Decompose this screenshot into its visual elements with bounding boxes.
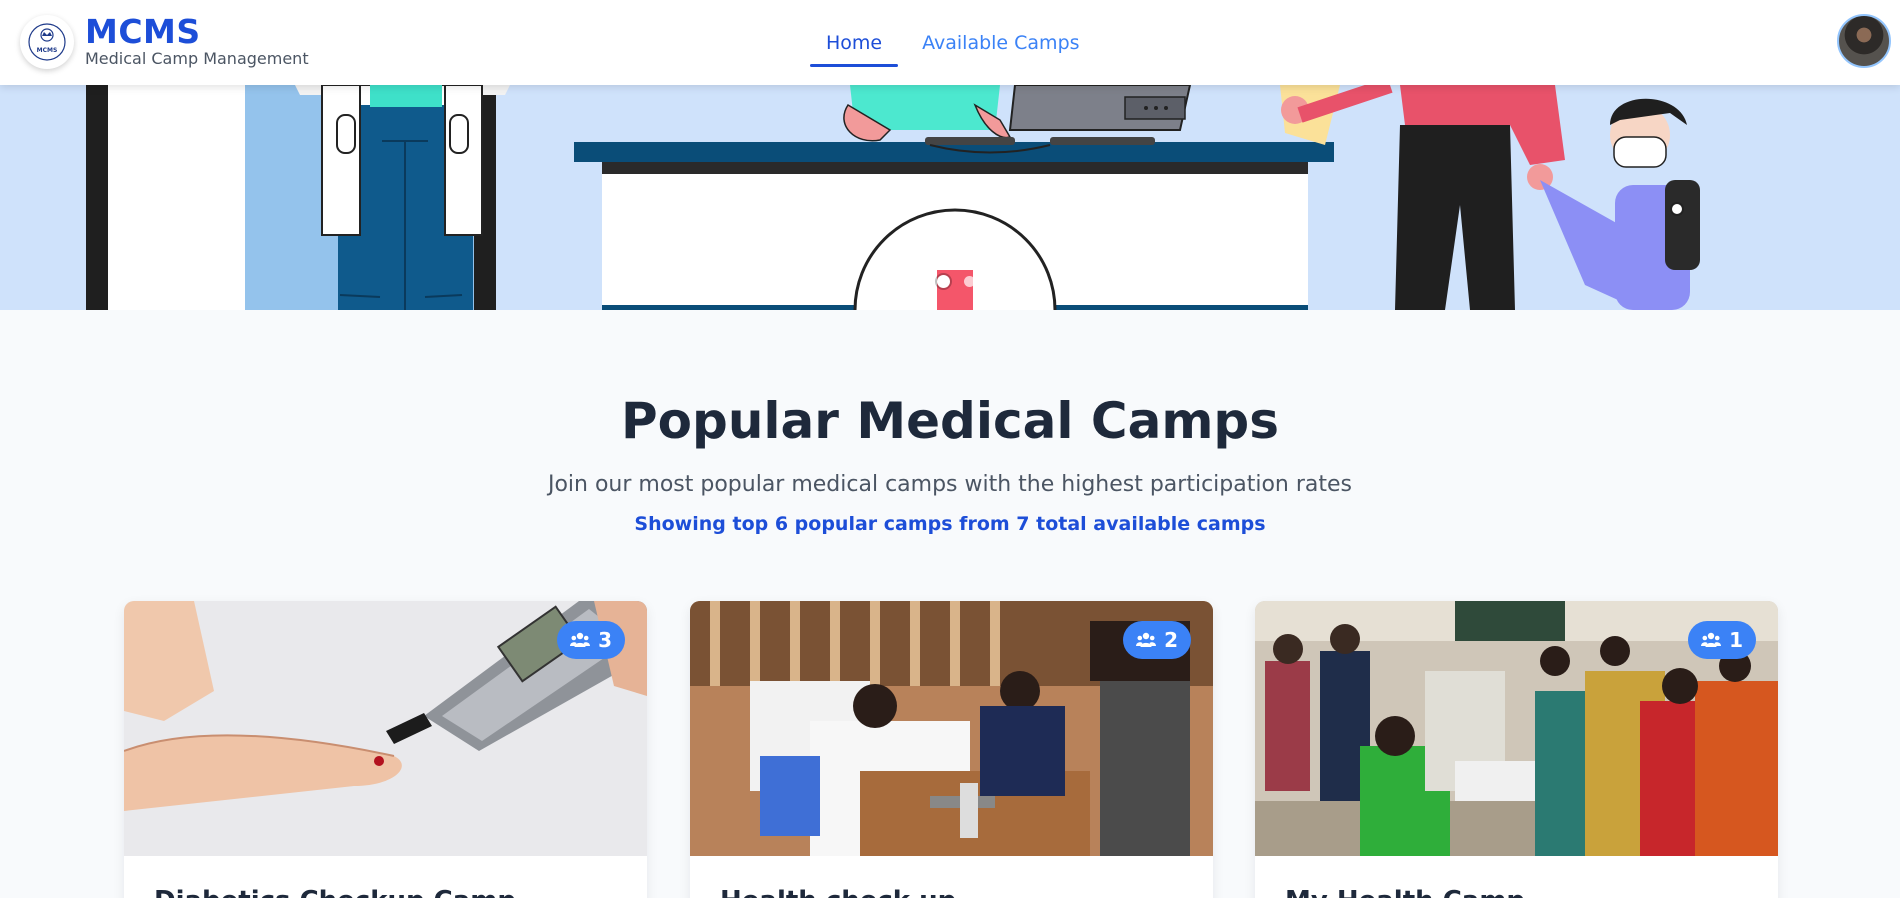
camp-card[interactable]: 3 Diabetics Checkup Camp <box>124 601 647 898</box>
top-navbar: MCMS MCMS Medical Camp Management Home A… <box>0 0 1900 85</box>
participants-count: 1 <box>1729 628 1743 652</box>
camp-title[interactable]: Health check up <box>720 886 956 898</box>
participants-badge: 1 <box>1688 621 1756 659</box>
camps-count-text: Showing top 6 popular camps from 7 total… <box>634 513 1266 535</box>
slider-dot-2[interactable] <box>937 275 950 288</box>
participants-badge: 2 <box>1123 621 1191 659</box>
slider-dot-1[interactable] <box>912 276 923 287</box>
camp-card[interactable]: 2 Health check up <box>690 601 1213 898</box>
avatar[interactable] <box>1837 14 1891 68</box>
brand-subtitle: Medical Camp Management <box>85 49 309 68</box>
participants-count: 3 <box>598 628 612 652</box>
nav-home[interactable]: Home <box>810 19 899 67</box>
participants-badge: 3 <box>557 621 625 659</box>
main-nav: Home Available Camps <box>810 0 1104 85</box>
camp-card[interactable]: 1 My Health Camp <box>1255 601 1778 898</box>
logo-text: MCMS <box>37 47 58 54</box>
section-title: Popular Medical Camps <box>621 392 1279 450</box>
slider-dots <box>912 275 975 288</box>
users-icon <box>1136 632 1157 647</box>
users-icon <box>1701 632 1722 647</box>
camp-title[interactable]: My Health Camp <box>1285 886 1525 898</box>
section-subtitle: Join our most popular medical camps with… <box>547 472 1353 497</box>
slider-dot-3[interactable] <box>964 276 975 287</box>
crown-seal-icon: MCMS <box>28 23 66 61</box>
nav-available-camps[interactable]: Available Camps <box>906 19 1095 67</box>
camp-title[interactable]: Diabetics Checkup Camp <box>154 886 516 898</box>
brand-title[interactable]: MCMS <box>85 12 201 51</box>
logo[interactable]: MCMS <box>20 15 74 69</box>
participants-count: 2 <box>1164 628 1178 652</box>
users-icon <box>570 632 591 647</box>
